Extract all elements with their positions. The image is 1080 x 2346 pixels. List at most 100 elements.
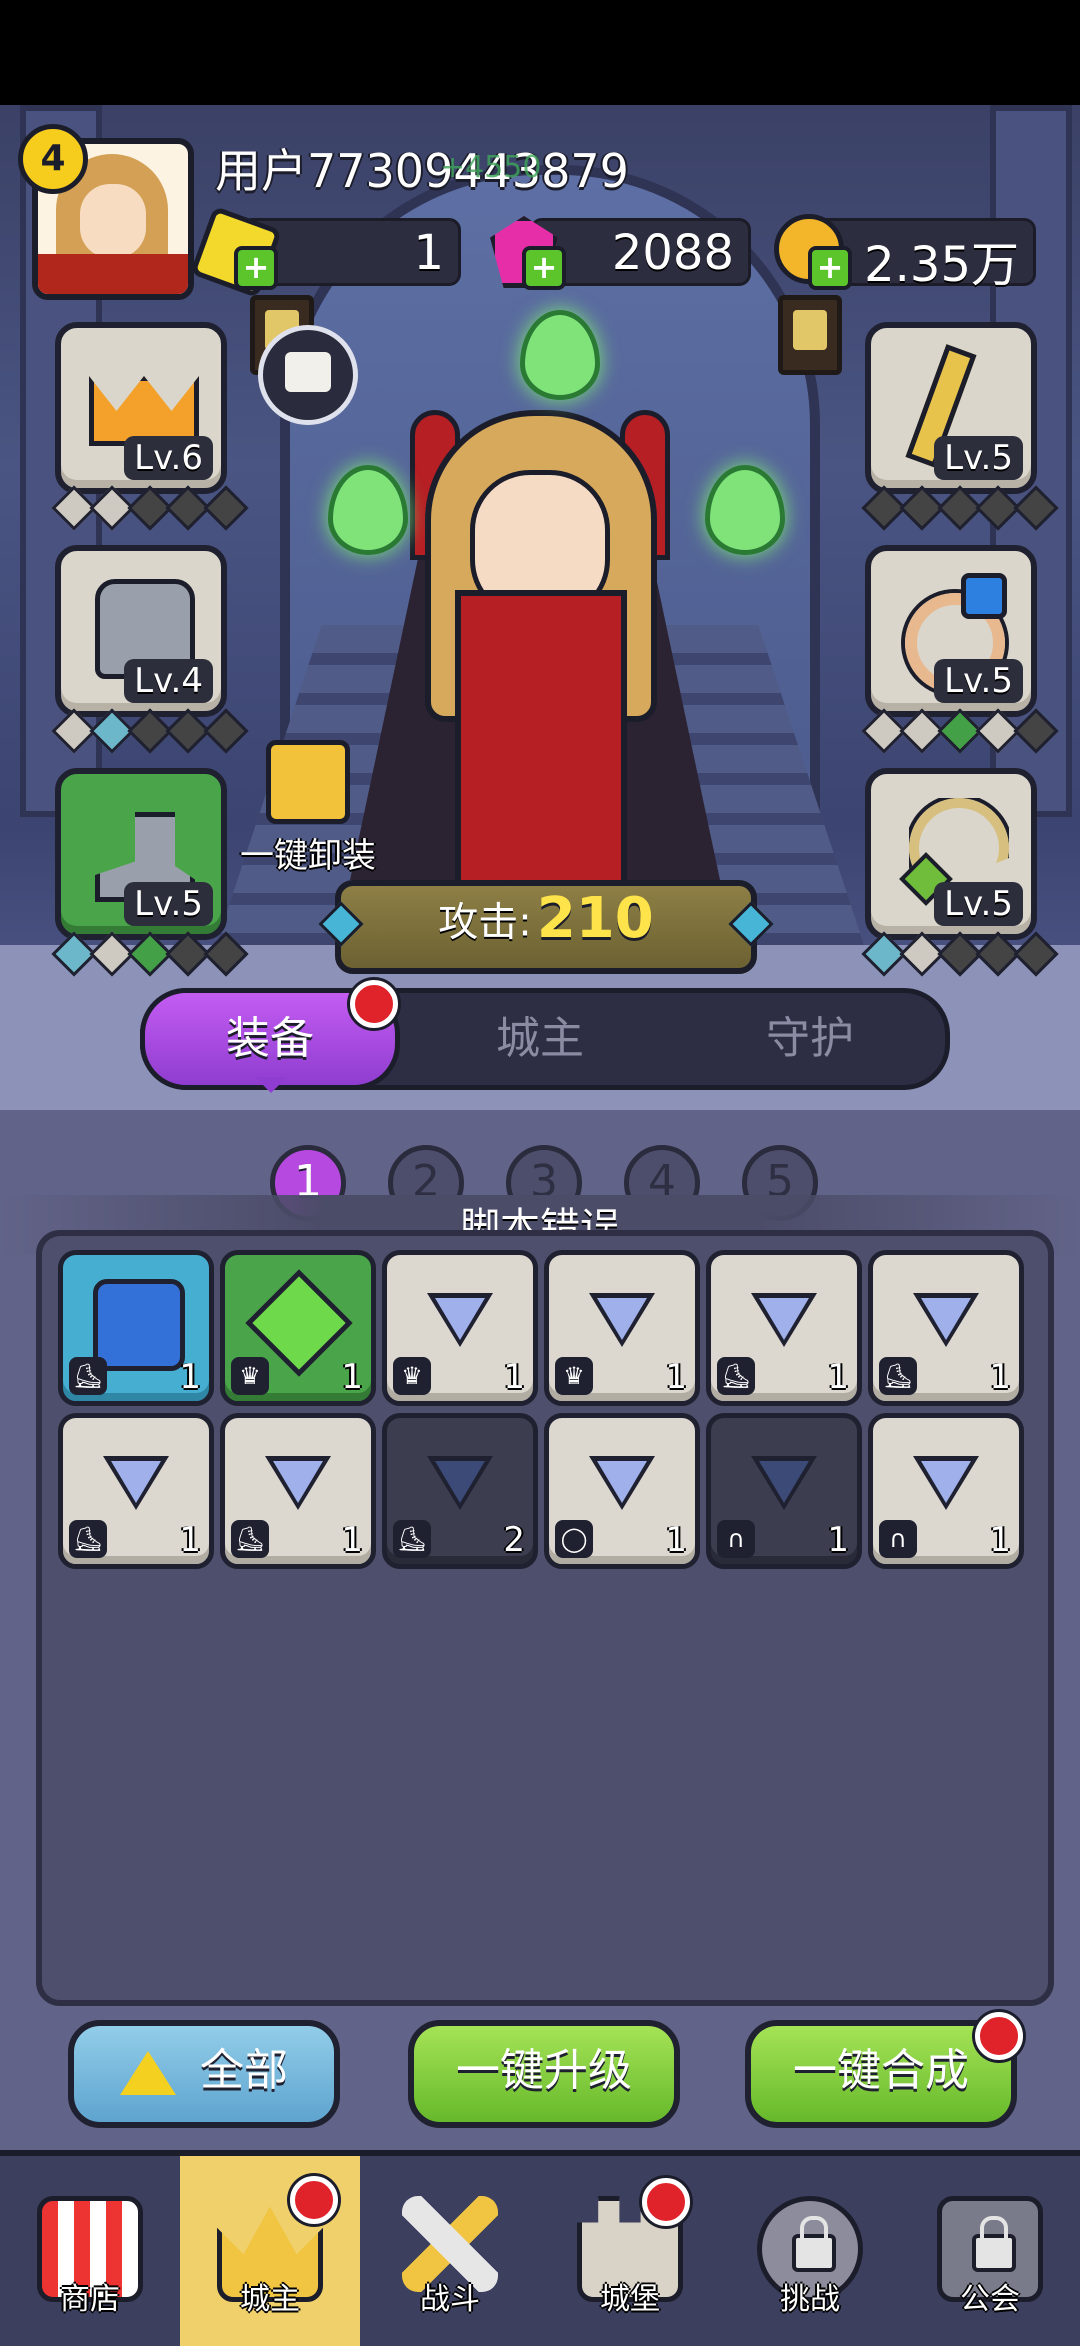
nav-challenge[interactable]: 挑战 [720, 2156, 900, 2346]
item-count: 1 [989, 1357, 1011, 1397]
warning-triangle-icon [120, 2051, 176, 2095]
boot-type-icon: ⛸ [231, 1520, 269, 1558]
lock-icon [972, 2216, 1016, 2272]
floating-gain-text: +4550 [440, 150, 542, 185]
item-count: 2 [503, 1520, 525, 1560]
inventory-item[interactable]: ◯ 1 [544, 1413, 700, 1569]
item-count: 1 [665, 1520, 687, 1560]
nav-battle[interactable]: 战斗 [360, 2156, 540, 2346]
chest-icon [266, 740, 350, 824]
add-pink-gem-icon[interactable]: + [522, 246, 566, 290]
nav-challenge-label: 挑战 [780, 2282, 840, 2317]
attack-label: 攻击: [438, 899, 532, 946]
ring-star-pips [861, 708, 1059, 754]
synthesize-all-label: 一键合成 [793, 2045, 969, 2096]
triangle-gem-icon [751, 1456, 817, 1510]
inventory-item[interactable]: ⛸ 1 [868, 1250, 1024, 1406]
crown-type-icon: ♛ [393, 1357, 431, 1395]
inventory-item[interactable]: ⛸ 1 [58, 1250, 214, 1406]
coin-value: 2.35万 [864, 237, 1019, 293]
notification-dot [975, 2012, 1023, 2060]
triangle-gem-icon [427, 1456, 493, 1510]
inventory-item[interactable]: ♛ 1 [220, 1250, 376, 1406]
attack-power-display: 攻击: 210 [318, 880, 774, 974]
scroll-icon[interactable] [258, 325, 358, 425]
crown-level: Lv.6 [124, 436, 213, 480]
staff-star-pips [861, 485, 1059, 531]
notification-dot [350, 980, 398, 1028]
boot-type-icon: ⛸ [717, 1357, 755, 1395]
necklace-star-pips [861, 931, 1059, 977]
inventory-item[interactable]: ♛ 1 [544, 1250, 700, 1406]
blue-gem-icon [93, 1279, 185, 1371]
tab-lord[interactable]: 城主 [415, 993, 665, 1085]
lock-icon [792, 2216, 836, 2272]
inventory-item[interactable]: ⛸ 2 [382, 1413, 538, 1569]
unequip-all-button[interactable]: 一键卸装 [240, 740, 376, 877]
item-count: 1 [827, 1520, 849, 1560]
armor-level: Lv.4 [124, 659, 213, 703]
boot-type-icon: ⛸ [393, 1520, 431, 1558]
nav-shop-label: 商店 [60, 2282, 120, 2317]
boots-star-pips [51, 931, 249, 977]
pink-gem-icon[interactable]: + [484, 210, 566, 290]
player-level-badge: 4 [18, 124, 88, 194]
boot-type-icon: ⛸ [69, 1520, 107, 1558]
equip-slot-ring[interactable]: Lv.5 [865, 545, 1037, 717]
triangle-gem-icon [913, 1456, 979, 1510]
pink-gem-value: 2088 [611, 225, 734, 281]
necklace-level: Lv.5 [934, 882, 1023, 926]
filter-all-button[interactable]: 全部 [68, 2020, 340, 2128]
boot-type-icon: ⛸ [879, 1357, 917, 1395]
inventory-item[interactable]: ⛸ 1 [220, 1413, 376, 1569]
nav-castle[interactable]: 城堡 [540, 2156, 720, 2346]
boots-level: Lv.5 [124, 882, 213, 926]
item-count: 1 [179, 1520, 201, 1560]
item-count: 1 [827, 1357, 849, 1397]
triangle-gem-icon [589, 1293, 655, 1347]
nav-guild[interactable]: 公会 [900, 2156, 1080, 2346]
attack-value: 210 [536, 886, 654, 951]
triangle-gem-icon [427, 1293, 493, 1347]
nav-shop[interactable]: 商店 [0, 2156, 180, 2346]
nav-battle-label: 战斗 [420, 2282, 480, 2317]
inventory-item[interactable]: ♛ 1 [382, 1250, 538, 1406]
ring-type-icon: ◯ [555, 1520, 593, 1558]
equip-slot-necklace[interactable]: Lv.5 [865, 768, 1037, 940]
triangle-gem-icon [265, 1456, 331, 1510]
inventory-item[interactable]: ⛸ 1 [58, 1413, 214, 1569]
nav-guild-label: 公会 [960, 2282, 1020, 2317]
armor-star-pips [51, 708, 249, 754]
yellow-gem-icon[interactable]: + [189, 205, 283, 299]
notification-dot [642, 2178, 690, 2226]
item-count: 1 [989, 1520, 1011, 1560]
tab-guard[interactable]: 守护 [685, 993, 935, 1085]
crown-type-icon: ♛ [231, 1357, 269, 1395]
add-gold-gem-icon[interactable]: + [234, 246, 278, 290]
triangle-gem-icon [913, 1293, 979, 1347]
coin-icon[interactable]: + [770, 210, 852, 290]
equip-slot-boots[interactable]: Lv.5 [55, 768, 227, 940]
inventory-item[interactable]: ∩ 1 [706, 1413, 862, 1569]
inventory-item[interactable]: ⛸ 1 [706, 1250, 862, 1406]
item-count: 1 [179, 1357, 201, 1397]
nav-lord[interactable]: 城主 [180, 2156, 360, 2346]
equip-slot-crown[interactable]: Lv.6 [55, 322, 227, 494]
nav-castle-label: 城堡 [600, 2282, 660, 2317]
gold-gem-value: 1 [413, 225, 444, 281]
upgrade-all-label: 一键升级 [456, 2045, 632, 2096]
equip-slot-armor[interactable]: Lv.4 [55, 545, 227, 717]
add-coin-icon[interactable]: + [808, 246, 852, 290]
item-count: 1 [341, 1520, 363, 1560]
necklace-type-icon: ∩ [879, 1520, 917, 1558]
bottom-navigation: 商店 城主 战斗 城堡 挑战 公会 [0, 2150, 1080, 2346]
main-tabs: 装备 城主 守护 [140, 988, 950, 1093]
username: 用户77309443879 [215, 144, 629, 198]
equip-slot-staff[interactable]: Lv.5 [865, 322, 1037, 494]
item-count: 1 [665, 1357, 687, 1397]
upgrade-all-button[interactable]: 一键升级 [408, 2020, 680, 2128]
item-count: 1 [503, 1357, 525, 1397]
staff-level: Lv.5 [934, 436, 1023, 480]
inventory-item[interactable]: ∩ 1 [868, 1413, 1024, 1569]
ring-level: Lv.5 [934, 659, 1023, 703]
